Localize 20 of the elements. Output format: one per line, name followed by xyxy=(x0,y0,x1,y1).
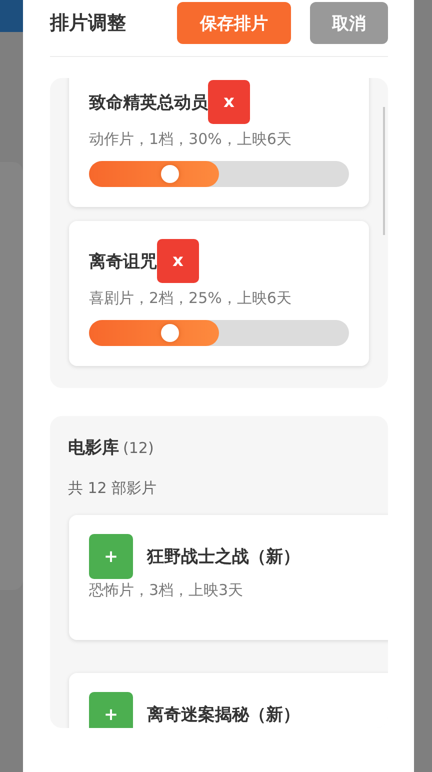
add-button[interactable]: + xyxy=(89,534,133,579)
dialog-title: 排片调整 xyxy=(50,11,127,36)
cancel-button[interactable]: 取消 xyxy=(310,2,388,44)
remove-button[interactable]: x xyxy=(208,80,250,124)
page-header-strip xyxy=(0,0,23,32)
library-count: (12) xyxy=(123,439,154,457)
movie-info: 恐怖片，3档，上映3天 xyxy=(89,581,244,600)
movie-info: 喜剧片，2档，25%，上映6天 xyxy=(89,289,292,308)
movie-title: 离奇诅咒 xyxy=(89,250,157,272)
movie-info: 动作片，1档，30%，上映6天 xyxy=(89,130,292,149)
remove-button[interactable]: x xyxy=(157,239,199,283)
library-title: 电影库 xyxy=(68,437,119,459)
movie-title: 离奇迷案揭秘（新） xyxy=(147,704,300,726)
save-button[interactable]: 保存排片 xyxy=(177,2,291,44)
slider-track[interactable] xyxy=(89,320,349,346)
movie-title: 狂野战士之战（新） xyxy=(147,546,300,568)
slider-track[interactable] xyxy=(89,161,349,187)
add-button[interactable]: + xyxy=(89,692,133,728)
library-summary: 共 12 部影片 xyxy=(68,479,158,498)
movie-title: 致命精英总动员 xyxy=(89,92,208,114)
